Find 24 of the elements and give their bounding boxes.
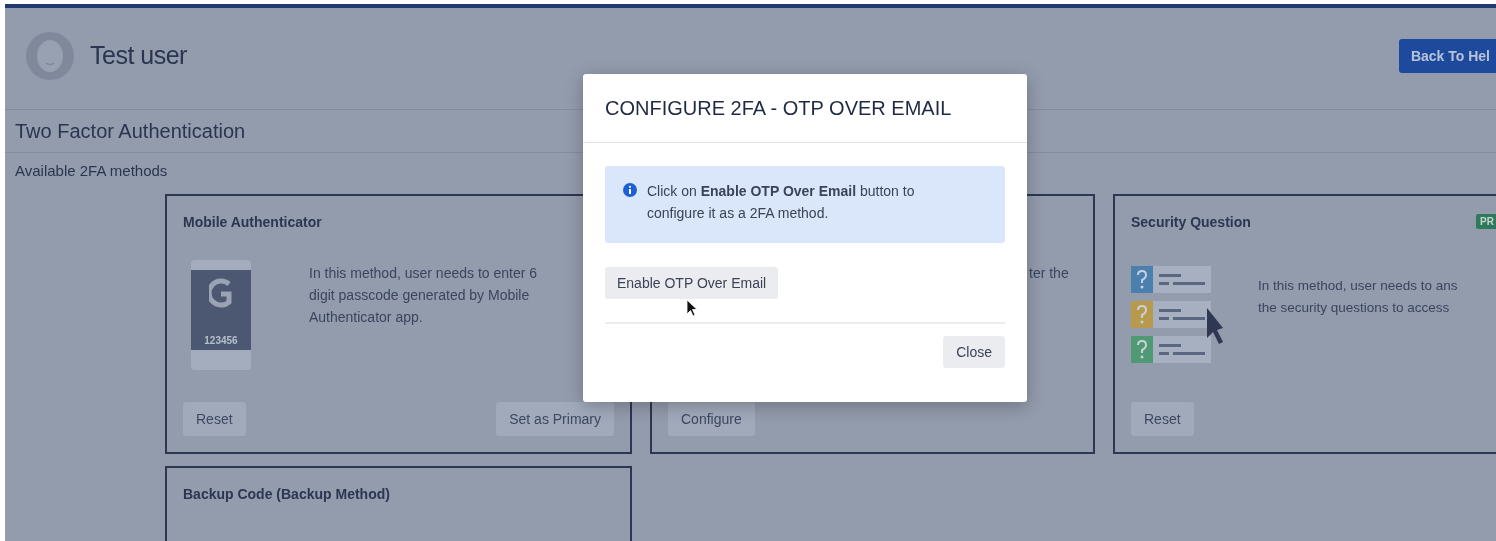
mouse-pointer-icon — [687, 300, 698, 317]
card-button[interactable]: Reset — [1131, 402, 1194, 436]
card-button[interactable]: Configure — [668, 402, 755, 436]
method-description: In this method, user needs to ans the security questions to access — [1258, 277, 1459, 317]
info-icon — [623, 183, 637, 197]
user-name: Test user — [90, 41, 187, 70]
modal-title: CONFIGURE 2FA - OTP OVER EMAIL — [605, 96, 952, 120]
card-button[interactable]: Set as Primary — [496, 402, 614, 436]
method-description: ter the — [1029, 264, 1070, 283]
card-title: Security Question — [1131, 214, 1251, 230]
user-silhouette-icon — [35, 38, 65, 73]
primary-badge: PR — [1476, 214, 1496, 229]
card-title: Mobile Authenticator — [183, 214, 322, 230]
page-title: Two Factor Authentication — [15, 119, 246, 143]
authenticator-logo-icon — [209, 276, 233, 310]
info-text: Click on Enable OTP Over Email button to configure it as a 2FA method. — [647, 182, 916, 223]
method-description: In this method, user needs to enter 6 digit passcode generated by Mobile Authenticator app. — [309, 264, 539, 327]
back-button[interactable]: Back To Hel — [1398, 38, 1496, 73]
card-title: Backup Code (Backup Method) — [183, 486, 390, 502]
close-button[interactable]: Close — [943, 336, 1005, 368]
enable-button[interactable]: Enable OTP Over Email — [605, 267, 779, 299]
card-button[interactable]: Reset — [183, 402, 246, 436]
section-label: Available 2FA methods — [15, 162, 168, 179]
passcode-text: 123456 — [204, 335, 238, 346]
